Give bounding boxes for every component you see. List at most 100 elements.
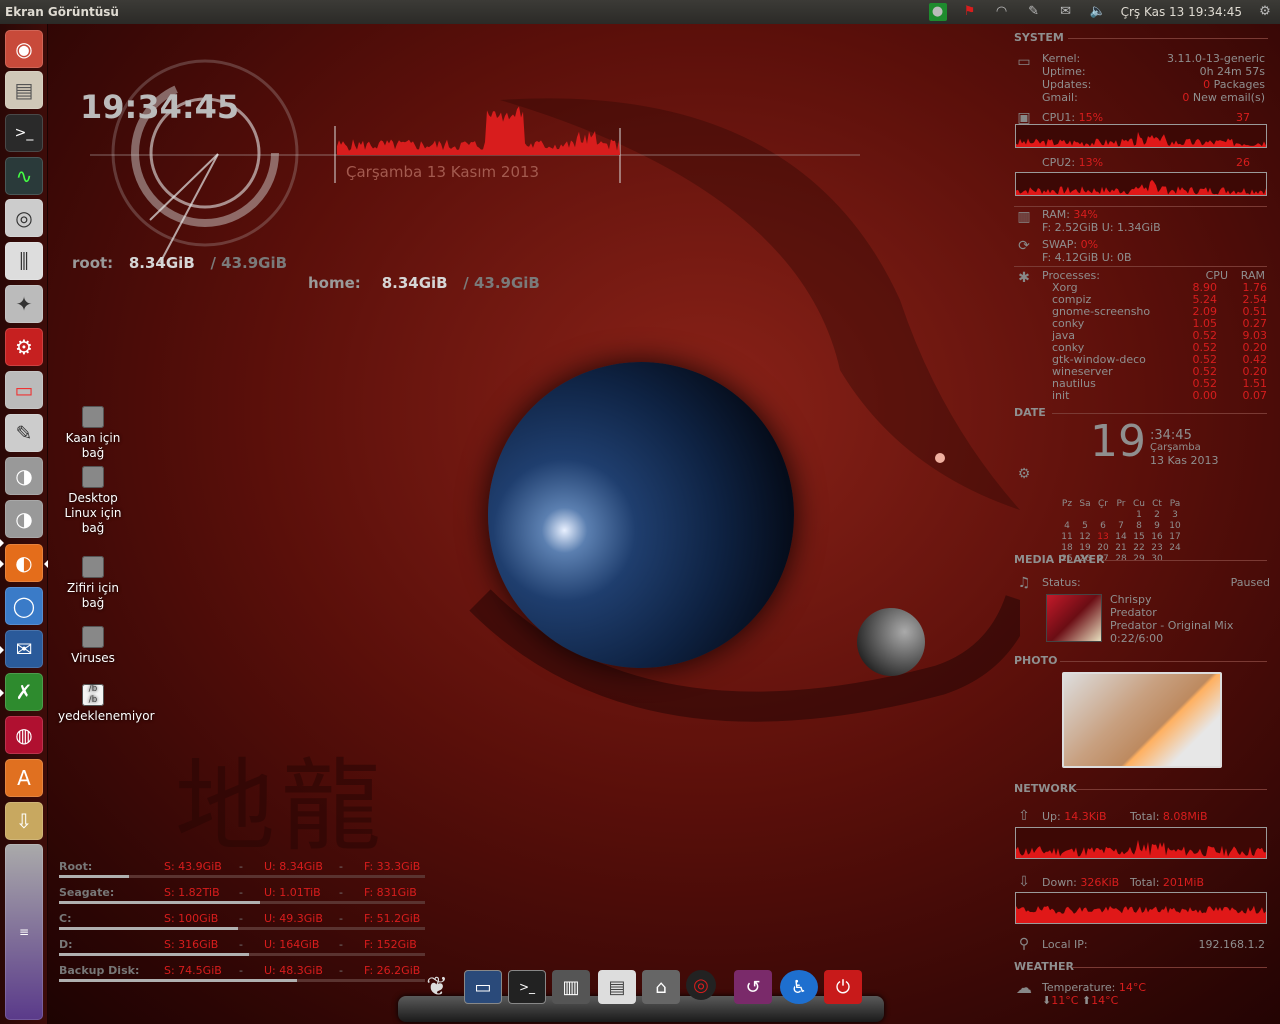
disk-size: S: 100GiB <box>164 912 219 925</box>
launcher-installer-icon[interactable]: ⇩ <box>5 802 43 840</box>
dock-kali-icon[interactable]: ◎ <box>686 970 716 1000</box>
calendar-day: 23 <box>1151 543 1163 553</box>
calendar-weekday: Pr <box>1116 499 1126 509</box>
disk-row: C: S: 100GiB - U: 49.3GiB - F: 51.2GiB <box>59 910 425 936</box>
launcher-tools-icon[interactable]: ✎ <box>5 414 43 452</box>
earth-image <box>488 362 794 668</box>
disk-used: U: 1.01TiB <box>264 886 321 899</box>
launcher-terminal-icon[interactable]: >_ <box>5 114 43 152</box>
keyboard-layout-icon[interactable]: ⚑ <box>961 3 979 21</box>
calendar-week-row: 1 2 3 <box>1058 510 1188 521</box>
launcher-disk-utility-icon[interactable]: ▭ <box>5 371 43 409</box>
disk-name: C: <box>59 912 72 925</box>
media-album: Predator <box>1110 606 1157 619</box>
net-up: Up: 14.3KiB <box>1042 810 1107 823</box>
volume-icon[interactable]: 🔈 <box>1089 3 1107 21</box>
process-row: gnome-screensho 2.09 0.51 <box>1052 305 1267 318</box>
cpu2-percent: 13% <box>1078 156 1104 169</box>
folder-link-icon <box>82 406 104 428</box>
cpu1-percent: 15% <box>1078 111 1104 124</box>
launcher-disk-icon-1[interactable]: ◑ <box>5 457 43 495</box>
calendar-weekday: Çr <box>1098 499 1108 509</box>
launcher-disk-icon-2[interactable]: ◑ <box>5 500 43 538</box>
dock-terminal-icon[interactable]: >_ <box>508 970 546 1004</box>
dock-backup-icon[interactable]: ↺ <box>734 970 772 1004</box>
launcher-app-icon[interactable]: ◍ <box>5 716 43 754</box>
mail-indicator-icon[interactable]: ✉ <box>1057 3 1075 21</box>
panel-clock[interactable]: Çrş Kas 13 19:34:45 <box>1121 5 1242 19</box>
cloud-icon: ☁ <box>1016 978 1032 997</box>
network-indicator-icon[interactable]: ◠ <box>993 3 1011 21</box>
dock-power-icon[interactable]: ⏻ <box>824 970 862 1004</box>
net-down-value: 326KiB <box>1080 876 1120 889</box>
disk-size: S: 1.82TiB <box>164 886 220 899</box>
desktop-icon-desktop-linux[interactable]: Desktop Linux için bağ <box>58 466 128 536</box>
launcher-equalizer-icon[interactable]: ⫼ <box>5 242 43 280</box>
calendar-weekday: Ct <box>1152 499 1162 509</box>
disk-free: F: 33.3GiB <box>364 860 421 873</box>
calendar-weekday: Pa <box>1169 499 1181 509</box>
dock-accessibility-icon[interactable]: ♿ <box>780 970 818 1004</box>
messaging-indicator-icon[interactable]: ✎ <box>1025 3 1043 21</box>
calendar-day: 22 <box>1133 543 1145 553</box>
desktop-icon-yedek[interactable]: /b/b yedeklenemiyor <box>58 684 155 724</box>
calendar-day: 15 <box>1133 532 1145 542</box>
desktop-icon-kaan[interactable]: Kaan için bağ <box>58 406 128 461</box>
launcher-mixer-icon[interactable]: ◎ <box>5 199 43 237</box>
disk-size: S: 316GiB <box>164 938 219 951</box>
calendar-day: 30 <box>1151 554 1163 564</box>
processes-icon: ✱ <box>1018 270 1030 286</box>
moon-image <box>857 608 925 676</box>
launcher-files-icon[interactable]: ▤ <box>5 71 43 109</box>
section-divider <box>1014 206 1267 207</box>
date-full: 13 Kas 2013 <box>1150 454 1219 467</box>
launcher-software-center-icon[interactable]: A <box>5 759 43 797</box>
disk-used: U: 48.3GiB <box>264 964 323 977</box>
dock-documents-icon[interactable]: ▤ <box>598 970 636 1004</box>
media-title: Predator - Original Mix <box>1110 619 1234 632</box>
dock-folder-icon[interactable]: ▥ <box>552 970 590 1004</box>
launcher-stacked-apps[interactable]: ≡ <box>5 844 43 1020</box>
dock-home-folder-icon[interactable]: ⌂ <box>642 970 680 1004</box>
launcher-thunderbird-icon[interactable]: ✉ <box>5 630 43 668</box>
launcher-system-settings-icon[interactable]: ⚙ <box>5 328 43 366</box>
calendar-day: 17 <box>1169 532 1181 542</box>
launcher-system-monitor-icon[interactable]: ∿ <box>5 157 43 195</box>
disk-usage-bar <box>59 979 425 982</box>
launcher-firefox-icon[interactable]: ◐ <box>5 544 43 582</box>
root-usage: root: 8.34GiB / 43.9GiB <box>72 254 287 272</box>
disk-usage-bar <box>59 927 425 930</box>
net-up-total-value: 8.08MiB <box>1162 810 1208 823</box>
calendar-day: 14 <box>1115 532 1127 542</box>
launcher-editor-icon[interactable]: ✗ <box>5 673 43 711</box>
process-name: init <box>1052 389 1070 402</box>
gmail-label: Gmail: <box>1042 91 1078 104</box>
ram-percent: 34% <box>1073 208 1098 221</box>
bottom-dock: ❦ ▭ >_ ▥ ▤ ⌂ ◎ ↺ ♿ ⏻ <box>398 962 884 1022</box>
dock-show-desktop-icon[interactable]: ▭ <box>464 970 502 1004</box>
launcher-settings-tool-icon[interactable]: ✦ <box>5 285 43 323</box>
desktop-icon-label: Kaan için bağ <box>65 431 121 460</box>
ip-label: Local IP: <box>1042 938 1088 951</box>
desktop-icon-zifiri[interactable]: Zifiri için bağ <box>58 556 128 611</box>
weather-high: 14°C <box>1091 994 1119 1007</box>
net-down-total-value: 201MiB <box>1162 876 1204 889</box>
process-row: wineserver 0.52 0.20 <box>1052 365 1267 378</box>
calendar-day: 28 <box>1115 554 1127 564</box>
clock-rings <box>90 59 860 264</box>
net-up-total: Total: 8.08MiB <box>1130 810 1208 823</box>
home-total: / 43.9GiB <box>463 274 540 292</box>
disk-free: F: 51.2GiB <box>364 912 421 925</box>
flag-indicator-icon[interactable]: ● <box>928 3 947 21</box>
dock-gnome-foot-icon[interactable]: ❦ <box>418 970 456 1004</box>
updates-label: Updates: <box>1042 78 1092 91</box>
session-gear-icon[interactable]: ⚙ <box>1256 3 1274 21</box>
launcher-dash-button[interactable]: ◉ <box>5 30 43 68</box>
desktop-icon-viruses[interactable]: Viruses <box>58 626 128 666</box>
text-file-icon: /b/b <box>82 684 104 706</box>
process-row: compiz 5.24 2.54 <box>1052 293 1267 306</box>
launcher-chromium-icon[interactable]: ◯ <box>5 587 43 625</box>
active-window-title: Ekran Görüntüsü <box>5 5 119 19</box>
media-header: MEDIA PLAYER <box>1014 553 1105 566</box>
root-used: 8.34GiB <box>128 254 195 272</box>
